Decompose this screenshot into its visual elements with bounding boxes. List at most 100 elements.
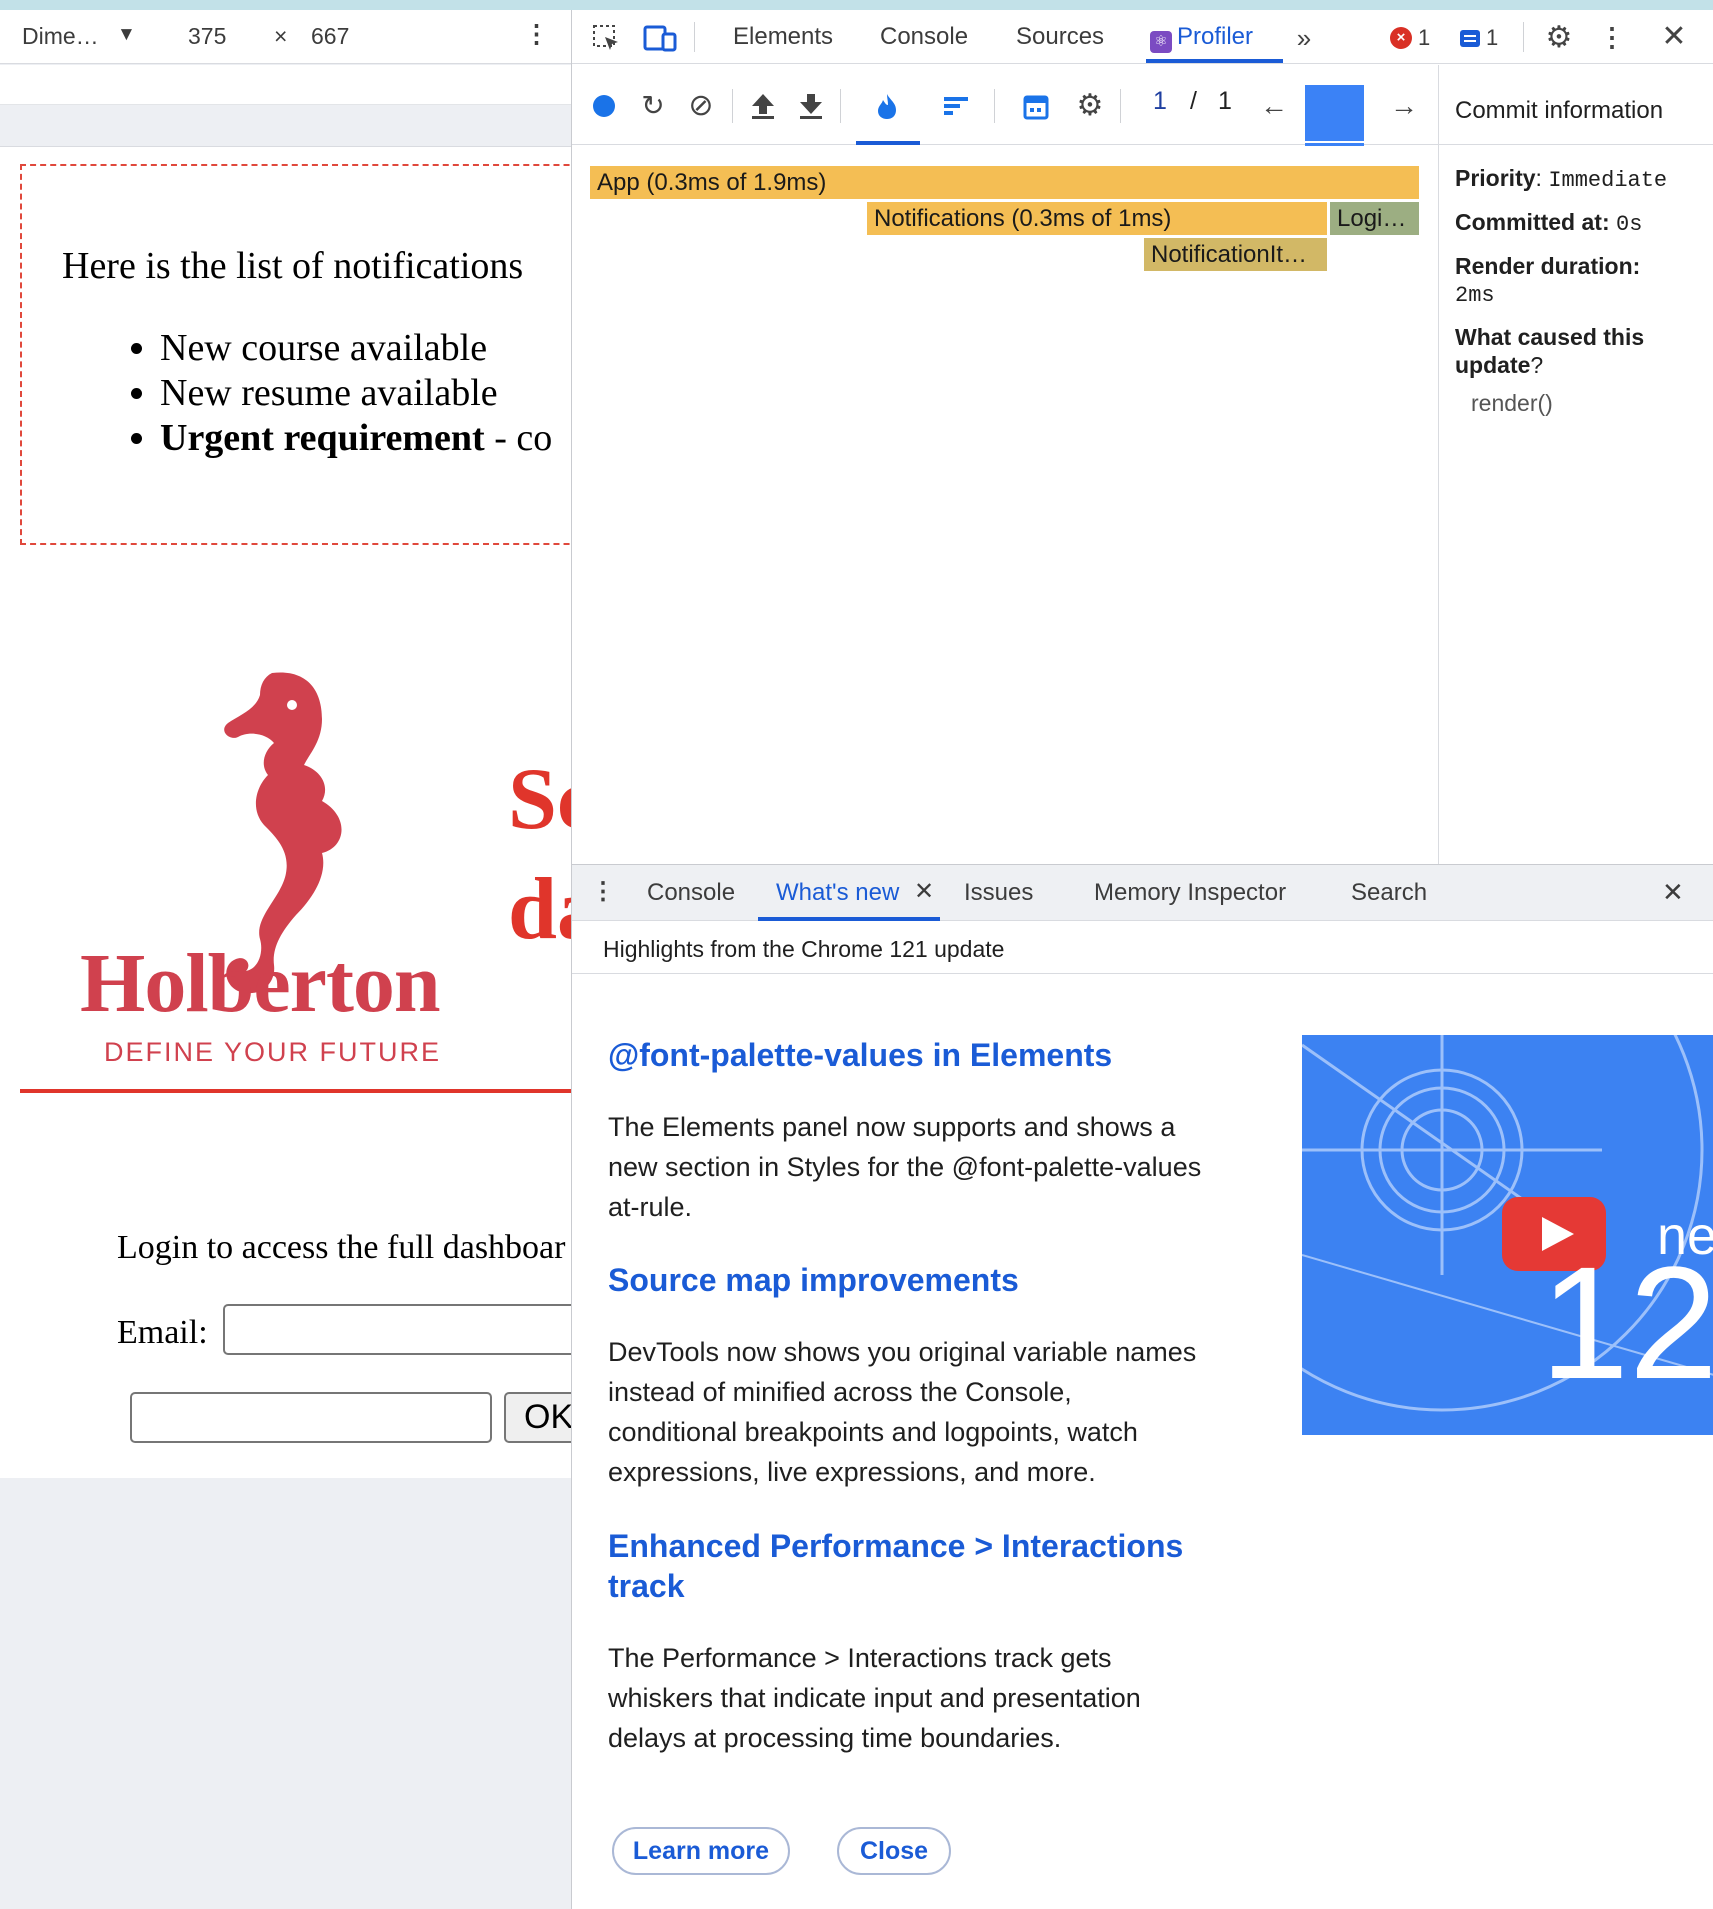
drawer-tab-whats-new[interactable]: What's new (776, 879, 899, 907)
settings-gear-icon[interactable]: ⚙ (1542, 21, 1576, 55)
render-label: Render duration: (1455, 253, 1641, 279)
flame-chart-icon[interactable] (870, 89, 904, 123)
cause-value: render() (1471, 390, 1553, 416)
device-toolbar-icon[interactable] (642, 22, 678, 54)
notification-item[interactable]: New resume available (160, 371, 552, 416)
heading-line-1: Sc (508, 751, 571, 848)
previous-commit-icon[interactable]: ← (1257, 89, 1291, 123)
separator (732, 89, 733, 123)
inspect-element-icon[interactable] (589, 22, 623, 54)
profiler-settings-icon[interactable]: ⚙ (1073, 89, 1107, 123)
flame-bar-login[interactable]: Logi… (1330, 202, 1419, 235)
upload-icon[interactable] (746, 89, 780, 123)
active-tab-indicator (1146, 59, 1283, 63)
more-options-icon[interactable]: ⋮ (1599, 20, 1625, 54)
error-icon: × (1390, 27, 1412, 49)
timeline-calendar-icon[interactable] (1019, 89, 1053, 123)
whats-new-item-body: The Elements panel now supports and show… (608, 1112, 1202, 1222)
email-field[interactable] (223, 1304, 571, 1355)
error-badge[interactable]: × 1 (1390, 25, 1430, 51)
flame-bar-app[interactable]: App (0.3ms of 1.9ms) (590, 166, 1419, 199)
ruler-bar (0, 106, 571, 147)
priority-label: Priority (1455, 165, 1536, 191)
devtools-tabbar: Elements Console Sources ⚛ Profiler » × 1 … (572, 10, 1713, 64)
flame-chart: App (0.3ms of 1.9ms) Notifications (0.3m… (572, 145, 1438, 864)
notifications-box: Here is the list of notifications New co… (20, 164, 571, 545)
drawer-tab-issues[interactable]: Issues (964, 879, 1033, 907)
drawer-menu-icon[interactable]: ⋮ (591, 877, 615, 906)
drawer-tab-search[interactable]: Search (1351, 879, 1427, 907)
committed-at-row: Committed at: 0s (1455, 209, 1642, 237)
reload-profile-icon[interactable]: ↻ (636, 89, 670, 123)
close-devtools-icon[interactable]: ✕ (1657, 20, 1691, 54)
ranked-chart-icon[interactable] (939, 89, 973, 123)
thumbnail-text-large: 12 (1540, 1233, 1713, 1412)
error-count: 1 (1418, 25, 1431, 50)
urgent-text: - co (484, 417, 553, 459)
login-prompt: Login to access the full dashboar (117, 1229, 566, 1266)
header-divider (20, 1089, 571, 1093)
media-query-bar[interactable] (0, 65, 571, 105)
whats-new-item-title[interactable]: @font-palette-values in Elements (608, 1035, 1208, 1075)
drawer-tab-console[interactable]: Console (647, 879, 735, 907)
whats-new-video-thumbnail[interactable]: ne 12 (1302, 1035, 1713, 1435)
clear-icon[interactable]: ⊘ (684, 89, 718, 123)
close-drawer-icon[interactable]: ✕ (1662, 877, 1684, 908)
tab-profiler-label: Profiler (1177, 23, 1254, 50)
height-input[interactable]: 667 (311, 23, 349, 50)
password-field[interactable] (130, 1392, 492, 1443)
screen: Dime… ▼ 375 × 667 ⋮ Here is the list of … (0, 0, 1713, 1909)
whats-new-item-title[interactable]: Source map improvements (608, 1260, 1208, 1300)
more-tabs-icon[interactable]: » (1288, 23, 1320, 53)
urgent-label: Urgent requirement (160, 417, 485, 459)
close-tab-icon[interactable]: ✕ (914, 877, 934, 906)
whats-new-item-body: The Performance > Interactions track get… (608, 1643, 1141, 1753)
drawer-tabbar: ⋮ Console What's new ✕ Issues Memory Ins… (572, 865, 1713, 921)
tab-sources[interactable]: Sources (1016, 23, 1104, 51)
commit-bar[interactable] (1305, 85, 1364, 146)
separator (1120, 89, 1121, 123)
flame-bar-notifications[interactable]: Notifications (0.3ms of 1ms) (867, 202, 1327, 235)
drawer-tab-memory-inspector[interactable]: Memory Inspector (1094, 879, 1286, 907)
commit-total: 1 (1218, 87, 1232, 115)
message-badge[interactable]: 1 (1460, 25, 1498, 51)
window-top-strip (0, 0, 1713, 10)
ok-button[interactable]: OK (504, 1392, 571, 1443)
brand-name: Holberton (80, 937, 441, 1030)
tab-elements[interactable]: Elements (733, 23, 833, 51)
whats-new-item-title[interactable]: Enhanced Performance > Interactions trac… (608, 1526, 1228, 1606)
separator (1523, 22, 1524, 52)
profiler-toolbar: ↻ ⊘ ⚙ 1 / 1 ← → (572, 65, 1438, 146)
notification-item[interactable]: New course available (160, 326, 552, 371)
times-icon: × (274, 23, 288, 49)
dashboard-heading: Sc da (508, 745, 571, 965)
devtools-panel: Elements Console Sources ⚛ Profiler » × 1 … (571, 10, 1713, 1909)
notification-item-urgent[interactable]: Urgent requirement - co (160, 416, 552, 461)
notifications-list: New course available New resume availabl… (160, 326, 552, 461)
learn-more-button[interactable]: Learn more (612, 1827, 790, 1875)
download-icon[interactable] (794, 89, 828, 123)
flame-bar-notification-item[interactable]: NotificationIt… (1144, 238, 1327, 271)
cause-label-line-2: update (1455, 352, 1531, 378)
react-icon: ⚛ (1150, 31, 1172, 53)
priority-row: Priority: Immediate (1455, 165, 1668, 193)
commit-information-panel: Commit information Priority: Immediate C… (1438, 65, 1713, 864)
separator (994, 89, 995, 123)
commit-index: 1 (1153, 87, 1167, 115)
next-commit-icon[interactable]: → (1387, 89, 1421, 123)
more-options-icon[interactable]: ⋮ (524, 22, 549, 47)
emulated-viewport: Here is the list of notifications New co… (0, 147, 571, 1478)
message-icon (1460, 29, 1480, 47)
dimensions-select[interactable]: Dime… (22, 23, 99, 50)
width-input[interactable]: 375 (188, 23, 226, 50)
highlights-header: Highlights from the Chrome 121 update (572, 922, 1713, 974)
active-drawer-tab-indicator (758, 917, 940, 921)
record-icon[interactable] (587, 89, 621, 123)
committed-value: 0s (1616, 212, 1643, 237)
tab-console[interactable]: Console (880, 23, 968, 51)
chevron-down-icon[interactable]: ▼ (117, 24, 136, 46)
close-button[interactable]: Close (837, 1827, 951, 1875)
whats-new-item-body: DevTools now shows you original variable… (608, 1337, 1197, 1487)
render-duration-row: Render duration: (1455, 253, 1640, 280)
tab-profiler[interactable]: ⚛ Profiler (1150, 23, 1253, 53)
